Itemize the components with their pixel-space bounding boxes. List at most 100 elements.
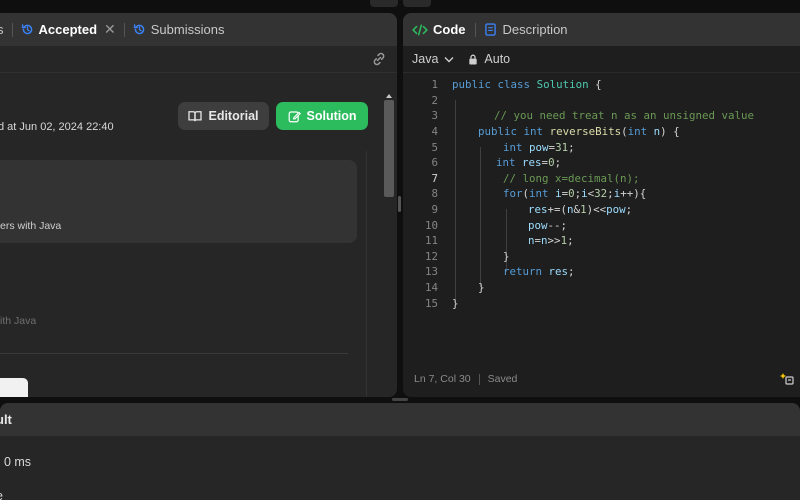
runtime-value: : 0 ms — [0, 455, 32, 469]
tab-submissions[interactable]: Submissions — [133, 13, 225, 46]
auto-mode-toggle[interactable]: Auto — [468, 52, 510, 66]
code-line: 2 — [403, 93, 800, 109]
tab-code[interactable]: Code — [412, 22, 466, 37]
submission-panel: s Accepted ✕ Submissions d at Jun 02, 20… — [0, 13, 397, 397]
code-line: 14 } — [403, 280, 800, 296]
section-divider — [0, 353, 348, 354]
code-line: 3 // you need treat n as an unsigned val… — [403, 108, 800, 124]
stats-beats-text: ers with Java — [0, 220, 62, 232]
vertical-resize-handle[interactable] — [398, 196, 401, 212]
code-text: int res=0; — [496, 156, 562, 170]
history-icon — [133, 23, 146, 36]
chevron-down-icon — [444, 56, 454, 62]
left-tab-bar: s Accepted ✕ Submissions — [0, 13, 397, 46]
tab-description[interactable]: Description — [484, 22, 568, 37]
mode-label: Auto — [484, 52, 511, 66]
top-control-left[interactable] — [370, 0, 398, 7]
tab-partial-label: s — [0, 22, 4, 37]
code-preview-thumbnail[interactable] — [0, 378, 28, 397]
top-strip — [0, 0, 800, 12]
code-line: 7 // long x=decimal(n); — [403, 171, 800, 187]
link-row — [0, 46, 397, 73]
editor-toolbar: Java Auto — [403, 46, 800, 73]
line-number: 3 — [431, 109, 438, 123]
code-line: 12 } — [403, 249, 800, 265]
code-text: for(int i=0;i<32;i++){ — [503, 187, 647, 201]
status-separator — [478, 373, 480, 385]
line-number: 2 — [431, 93, 438, 107]
link-icon[interactable] — [371, 51, 387, 72]
code-text: public class Solution { — [452, 78, 602, 92]
test-result-panel: ult : 0 ms e — [0, 403, 800, 500]
code-text: } — [452, 296, 459, 310]
cursor-position: Ln 7, Col 30 — [414, 373, 471, 385]
code-text: pow--; — [528, 218, 568, 232]
code-editor-panel: Code Description Java Auto 1 public clas… — [403, 13, 800, 397]
line-number: 10 — [424, 218, 438, 232]
lock-icon — [469, 54, 478, 65]
language-select[interactable]: Java — [412, 52, 454, 66]
line-number: 12 — [424, 249, 438, 263]
code-line: 6 int res=0; — [403, 155, 800, 171]
line-number: 1 — [431, 78, 438, 92]
editor-status-bar: Ln 7, Col 30 Saved — [403, 369, 800, 389]
code-line: 9 res+=(n&1)<<pow; — [403, 202, 800, 218]
line-number: 9 — [431, 203, 438, 217]
code-text: // you need treat n as an unsigned value — [494, 109, 755, 123]
line-number: 14 — [424, 281, 438, 295]
edit-icon — [288, 110, 301, 122]
solution-label: Solution — [306, 109, 357, 123]
code-icon — [412, 24, 428, 35]
test-result-title: ult — [0, 412, 12, 427]
line-number: 7 — [431, 171, 438, 185]
line-number: 13 — [424, 265, 438, 279]
tab-accepted-label: Accepted — [38, 22, 98, 37]
code-line: 13 return res; — [403, 264, 800, 280]
tab-partial[interactable]: s — [0, 13, 21, 46]
tab-submissions-label: Submissions — [150, 22, 225, 37]
tab-separator — [474, 22, 476, 37]
code-line: 15 } — [403, 295, 800, 311]
code-text: return res; — [503, 265, 575, 279]
ai-assist-icon[interactable] — [780, 371, 794, 388]
code-line: 4 public int reverseBits(int n) { — [403, 124, 800, 140]
test-result-header — [0, 403, 800, 436]
code-text: } — [478, 281, 485, 295]
line-number: 6 — [431, 156, 438, 170]
code-text: } — [503, 249, 510, 263]
line-number: 11 — [424, 234, 438, 248]
close-icon[interactable]: ✕ — [104, 21, 116, 38]
tab-description-label: Description — [502, 22, 568, 37]
code-editor[interactable]: 1 public class Solution { 2 3 // you nee… — [403, 77, 800, 327]
code-line: 1 public class Solution { — [403, 77, 800, 93]
code-text: int pow=31; — [503, 140, 575, 154]
tab-accepted[interactable]: Accepted ✕ — [21, 13, 133, 46]
editorial-label: Editorial — [208, 109, 259, 123]
right-tab-bar: Code Description — [403, 13, 800, 46]
code-text: n=n>>1; — [528, 234, 574, 248]
line-number: 4 — [431, 125, 438, 139]
memory-beats-text: ith Java — [0, 315, 37, 327]
code-text: res+=(n&1)<<pow; — [528, 203, 633, 217]
code-line: 10 pow--; — [403, 217, 800, 233]
line-number: 8 — [431, 187, 438, 201]
horizontal-resize-handle[interactable] — [392, 398, 408, 401]
save-status: Saved — [487, 373, 518, 385]
scroll-up-arrow-icon[interactable] — [385, 87, 393, 98]
scrollbar-thumb[interactable] — [384, 100, 394, 197]
tab-separator — [123, 22, 125, 37]
code-text: public int reverseBits(int n) { — [478, 125, 680, 139]
line-number: 15 — [424, 296, 438, 310]
line-number: 5 — [431, 140, 438, 154]
code-line: 5 int pow=31; — [403, 139, 800, 155]
code-line: 11 n=n>>1; — [403, 233, 800, 249]
document-icon — [484, 23, 496, 36]
solution-button[interactable]: Solution — [276, 102, 368, 130]
code-text: // long x=decimal(n); — [503, 171, 640, 185]
submitted-date: d at Jun 02, 2024 22:40 — [0, 121, 114, 133]
code-line: 8 for(int i=0;i<32;i++){ — [403, 186, 800, 202]
editorial-button[interactable]: Editorial — [178, 102, 269, 130]
tab-separator — [11, 22, 13, 37]
history-icon — [21, 23, 34, 36]
top-control-right[interactable] — [403, 0, 431, 7]
